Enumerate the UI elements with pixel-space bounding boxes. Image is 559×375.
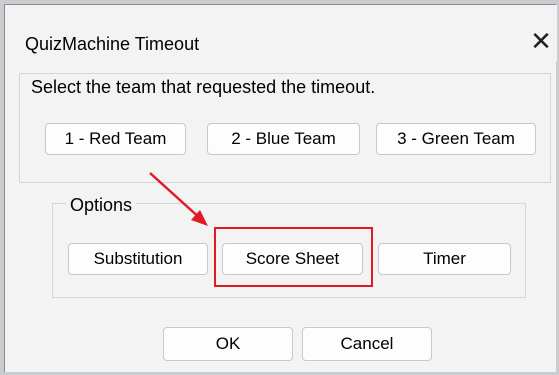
team-selection-prompt: Select the team that requested the timeo… xyxy=(31,77,376,97)
cancel-button[interactable]: Cancel xyxy=(302,327,432,361)
screenshot-frame: QuizMachine Timeout ✕ Select the team th… xyxy=(0,0,559,375)
blue-team-button[interactable]: 2 - Blue Team xyxy=(207,123,360,155)
substitution-button[interactable]: Substitution xyxy=(68,243,208,275)
title-bar: QuizMachine Timeout ✕ xyxy=(5,5,557,61)
red-team-button[interactable]: 1 - Red Team xyxy=(45,123,186,155)
timer-button[interactable]: Timer xyxy=(378,243,511,275)
score-sheet-highlight-box xyxy=(214,227,373,287)
ok-button[interactable]: OK xyxy=(163,327,293,361)
timeout-dialog: QuizMachine Timeout ✕ Select the team th… xyxy=(4,4,557,372)
close-icon[interactable]: ✕ xyxy=(527,27,555,55)
green-team-button[interactable]: 3 - Green Team xyxy=(376,123,536,155)
window-title: QuizMachine Timeout xyxy=(25,34,200,54)
options-group-label: Options xyxy=(66,195,137,216)
